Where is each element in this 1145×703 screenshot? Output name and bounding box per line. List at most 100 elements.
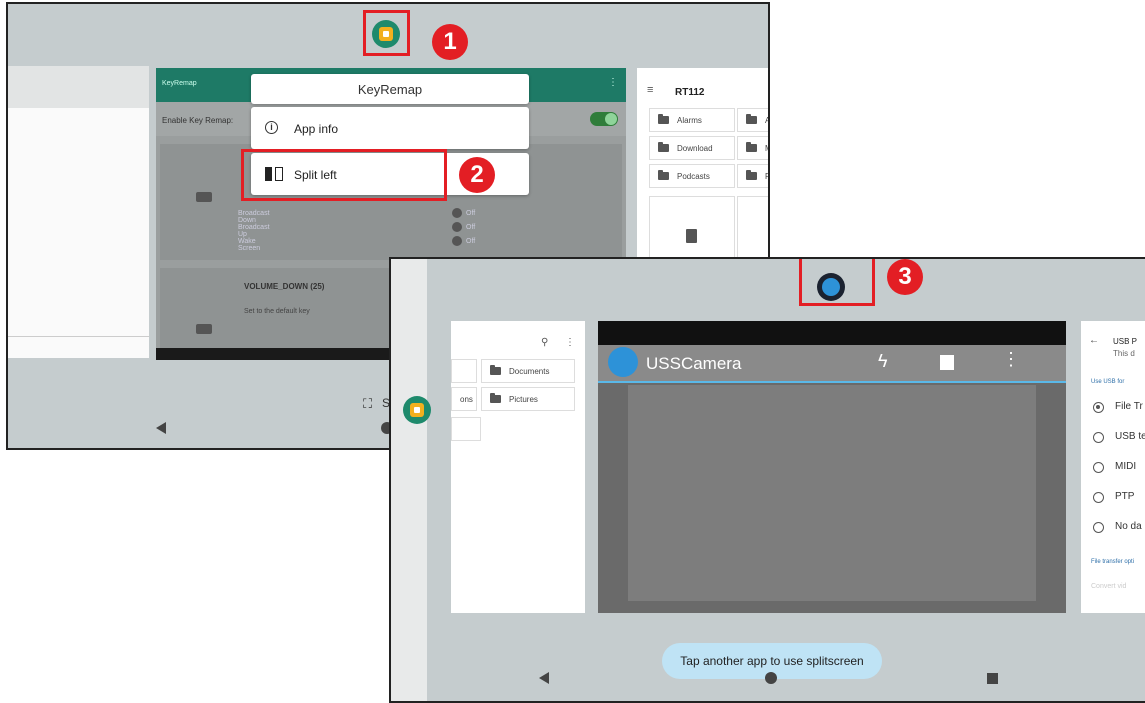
- folder-download[interactable]: Download: [649, 136, 735, 160]
- back-arrow-icon[interactable]: ←: [1089, 335, 1099, 346]
- overflow-menu-icon[interactable]: ⋮: [608, 77, 618, 88]
- info-icon: i: [265, 121, 278, 134]
- usb-top-text: This d: [1113, 349, 1135, 358]
- folder-label: Podcasts: [677, 171, 710, 181]
- folder-cut-m[interactable]: M: [737, 136, 768, 160]
- usb-settings-card[interactable]: ← USB P This d Use USB for File Tr USB t…: [1081, 321, 1145, 613]
- folder-icon: [746, 142, 757, 152]
- highlight-box-1: [363, 10, 410, 56]
- left-taskbar: [391, 259, 431, 701]
- radio-no-data[interactable]: [1093, 522, 1104, 533]
- files-app-card[interactable]: ≡ RT112 Alarms Download Podcasts A M R: [637, 68, 770, 268]
- folder-icon: [658, 170, 669, 180]
- search-icon[interactable]: ⚲: [541, 337, 548, 348]
- camera-status-bar: [598, 321, 1066, 345]
- left-card-header: [8, 66, 149, 108]
- key-title: VOLUME_DOWN (25): [244, 282, 325, 291]
- screenshot-icon[interactable]: ⛶: [363, 396, 372, 412]
- radio-label: No da: [1115, 521, 1142, 532]
- radio-usb-tethering[interactable]: [1093, 432, 1104, 443]
- folder-cut-a[interactable]: A: [737, 108, 770, 132]
- recents-nav-icon[interactable]: [987, 673, 998, 684]
- screenshot-2: ⚲ ⋮ Documents ons Pictures USSCamera ϟ ⋮…: [389, 257, 1145, 703]
- back-nav-icon[interactable]: [539, 672, 549, 684]
- files-title: RT112: [675, 87, 705, 98]
- camera-app-icon: [608, 347, 638, 377]
- folder-pictures[interactable]: Pictures: [481, 387, 575, 411]
- back-nav-icon[interactable]: [156, 422, 166, 434]
- folder-icon: [746, 170, 757, 180]
- folder-label: Alarms: [677, 115, 702, 125]
- wake-screen-toggle[interactable]: [452, 236, 462, 246]
- enable-label: Enable Key Remap:: [162, 116, 234, 125]
- step-badge-1: 1: [432, 24, 468, 60]
- folder-label: M: [765, 144, 768, 153]
- folder-alarms[interactable]: Alarms: [649, 108, 735, 132]
- document-icon: [686, 229, 697, 243]
- overflow-menu-icon[interactable]: ⋮: [1002, 349, 1020, 370]
- broadcast-down-toggle[interactable]: [452, 208, 462, 218]
- highlight-box-2: [241, 149, 447, 201]
- usb-title: USB P: [1113, 337, 1138, 346]
- broadcast-up-toggle[interactable]: [452, 222, 462, 232]
- folder-label: A: [765, 115, 770, 125]
- keyremap-app-icon[interactable]: [403, 396, 431, 424]
- folder-icon: [658, 142, 669, 152]
- keyremap-header-title: KeyRemap: [162, 80, 197, 87]
- popup-title-text: KeyRemap: [357, 81, 423, 97]
- radio-label: MIDI: [1115, 461, 1137, 472]
- files-app-card[interactable]: ⚲ ⋮ Documents ons Pictures: [451, 321, 585, 613]
- folder-documents[interactable]: Documents: [481, 359, 575, 383]
- keyboard-icon: [196, 324, 212, 334]
- radio-ptp[interactable]: [1093, 492, 1104, 503]
- folder-icon: [490, 393, 501, 403]
- camera-divider: [598, 381, 1066, 383]
- menu-icon[interactable]: ≡: [647, 84, 653, 96]
- toggle-value: Off: [466, 210, 476, 217]
- radio-midi[interactable]: [1093, 462, 1104, 473]
- app-info-label: App info: [294, 122, 339, 136]
- folder-podcasts[interactable]: Podcasts: [649, 164, 735, 188]
- step-badge-3: 3: [887, 259, 923, 295]
- folder-label: ons: [460, 394, 473, 404]
- folder-cut-ons[interactable]: ons: [451, 387, 477, 411]
- list-icon[interactable]: [940, 355, 954, 370]
- folder-label: R: [765, 172, 768, 181]
- folder-icon: [746, 114, 757, 124]
- toggle-value: Off: [466, 238, 476, 245]
- file-transfer-options-label: File transfer opti: [1091, 559, 1135, 565]
- usb-section-label: Use USB for: [1091, 379, 1125, 385]
- radio-label: File Tr: [1115, 401, 1143, 412]
- flash-off-icon[interactable]: ϟ: [878, 351, 888, 372]
- key-description: Set to the default key: [244, 308, 310, 315]
- keyboard-icon: [196, 192, 212, 202]
- convert-video-option[interactable]: Convert vid: [1091, 583, 1126, 590]
- camera-viewfinder[interactable]: [628, 385, 1036, 601]
- app-popup-title: KeyRemap: [251, 74, 529, 104]
- option-label: Broadcast Up: [238, 224, 270, 238]
- folder-icon: [490, 365, 501, 375]
- camera-app-card[interactable]: USSCamera ϟ ⋮: [598, 321, 1066, 613]
- folder-label: Download: [677, 143, 713, 153]
- toast-text: Tap another app to use splitscreen: [680, 654, 864, 668]
- enable-toggle[interactable]: [590, 112, 618, 126]
- folder-cut[interactable]: [451, 359, 477, 383]
- option-label: Broadcast Down: [238, 210, 270, 224]
- folder-cut[interactable]: [451, 417, 481, 441]
- folder-cut-r[interactable]: R: [737, 164, 768, 188]
- menu-item-app-info[interactable]: i App info: [251, 107, 529, 149]
- left-app-card[interactable]: [8, 66, 149, 358]
- radio-label: USB te: [1115, 431, 1145, 442]
- folder-label: Documents: [509, 366, 550, 376]
- step-badge-2: 2: [459, 157, 495, 193]
- radio-label: PTP: [1115, 491, 1135, 502]
- camera-toolbar: USSCamera ϟ ⋮: [598, 345, 1066, 381]
- camera-app-title: USSCamera: [646, 354, 742, 373]
- highlight-box-3: [799, 259, 875, 306]
- radio-file-transfer[interactable]: [1093, 402, 1104, 413]
- toggle-value: Off: [466, 224, 476, 231]
- folder-label: Pictures: [509, 394, 538, 404]
- home-nav-icon[interactable]: [765, 672, 777, 684]
- overflow-menu-icon[interactable]: ⋮: [565, 337, 575, 348]
- option-label: Wake Screen: [238, 238, 261, 252]
